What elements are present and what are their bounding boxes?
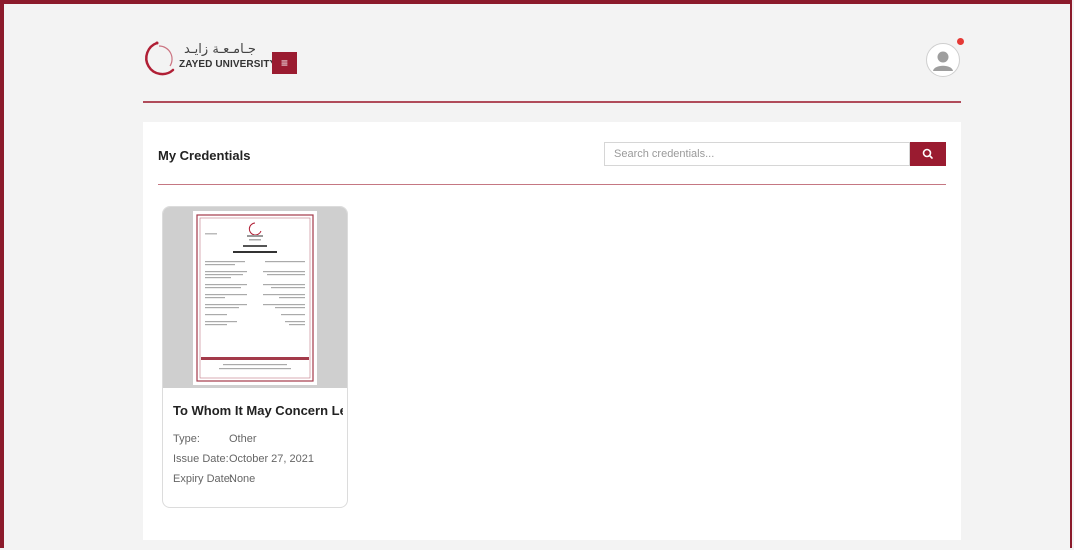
issue-date-value: October 27, 2021 — [229, 453, 315, 465]
credential-issue-row: Issue Date: October 27, 2021 — [173, 453, 314, 465]
expiry-date-value: None — [229, 473, 256, 485]
user-avatar[interactable] — [926, 43, 960, 77]
credential-card[interactable]: To Whom It May Concern Let... Type: Othe… — [162, 206, 348, 508]
credential-title: To Whom It May Concern Let... — [173, 403, 343, 418]
credential-thumbnail — [163, 207, 347, 388]
university-logo-icon — [143, 40, 175, 78]
logo-name: ZAYED UNIVERSITY — [179, 59, 277, 70]
panel-divider — [158, 184, 946, 185]
type-value: Other — [229, 433, 257, 445]
type-label: Type: — [173, 433, 200, 445]
menu-button[interactable]: ≡ — [272, 52, 297, 74]
credential-expiry-row: Expiry Date: None — [173, 473, 255, 485]
page-title: My Credentials — [158, 148, 251, 163]
issue-date-label: Issue Date: — [173, 453, 229, 465]
top-header: جـامـعـة زايـد ZAYED UNIVERSITY ≡ — [143, 36, 964, 102]
header-divider — [143, 101, 961, 103]
logo-arabic-text: جـامـعـة زايـد — [184, 42, 256, 57]
search-icon — [922, 148, 933, 159]
notification-dot — [957, 38, 964, 45]
credentials-panel: My Credentials Search credentials... To … — [143, 122, 961, 540]
search-input[interactable] — [604, 142, 910, 166]
expiry-date-label: Expiry Date: — [173, 473, 233, 485]
credential-type-row: Type: Other — [173, 433, 257, 445]
user-icon — [933, 51, 953, 71]
search-button[interactable] — [910, 142, 946, 166]
document-preview — [193, 211, 317, 385]
